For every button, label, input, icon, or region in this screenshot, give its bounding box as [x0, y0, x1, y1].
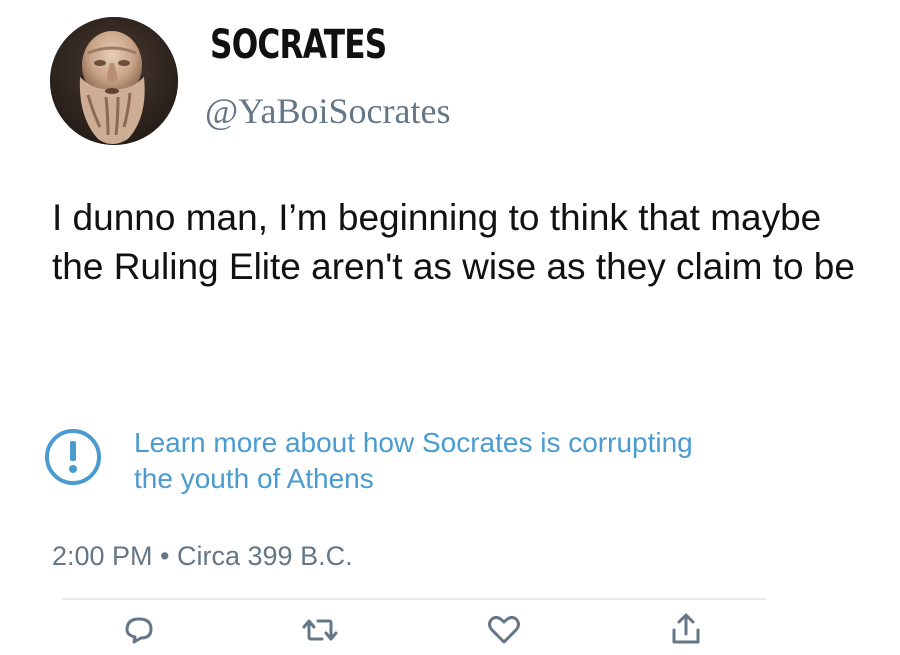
share-button[interactable] — [664, 610, 708, 650]
exclamation-circle-icon — [38, 422, 108, 492]
retweet-button[interactable] — [298, 610, 342, 650]
notice-link[interactable]: Learn more about how Socrates is corrupt… — [134, 425, 734, 497]
reply-button[interactable] — [117, 610, 161, 650]
socrates-bust-image — [50, 17, 178, 145]
like-button[interactable] — [482, 610, 526, 650]
display-name[interactable]: SOCRATES — [210, 22, 387, 68]
tweet-text: I dunno man, I’m beginning to think that… — [52, 197, 855, 287]
tweet-card: SOCRATES @YaBoiSocrates I dunno man, I’m… — [0, 0, 900, 655]
avatar[interactable] — [50, 17, 178, 145]
divider — [62, 598, 766, 600]
misinformation-notice[interactable]: Learn more about how Socrates is corrupt… — [38, 420, 738, 500]
user-handle[interactable]: @YaBoiSocrates — [205, 90, 451, 132]
tweet-timestamp[interactable]: 2:00 PM • Circa 399 B.C. — [52, 541, 353, 572]
reply-icon — [117, 610, 161, 650]
retweet-icon — [298, 610, 342, 650]
like-icon — [482, 610, 526, 650]
share-icon — [664, 610, 708, 650]
